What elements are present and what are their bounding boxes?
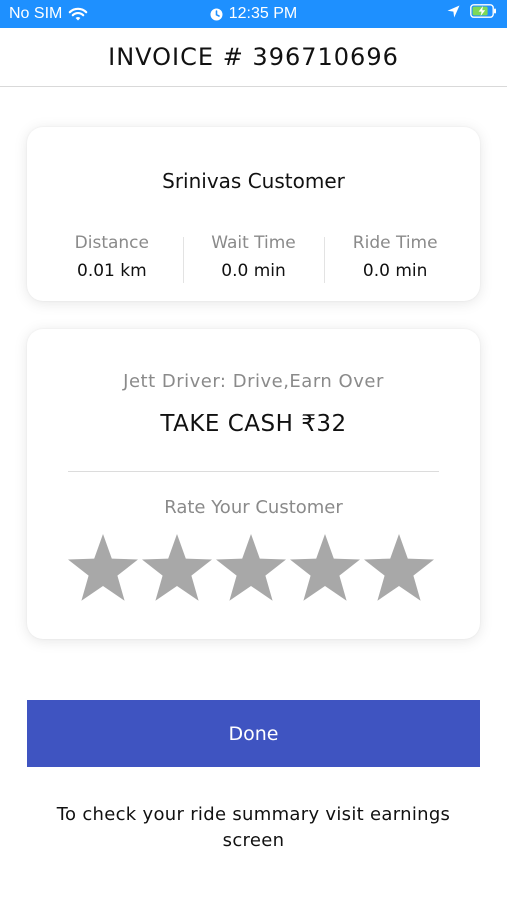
stat-label: Wait Time [211, 233, 296, 253]
stat-label: Distance [74, 233, 149, 253]
done-button[interactable]: Done [27, 700, 480, 767]
stat-value: 0.0 min [221, 261, 286, 281]
star-icon-2[interactable] [141, 532, 213, 602]
stat-label: Ride Time [352, 233, 438, 253]
stat-distance: Distance 0.01 km [41, 233, 183, 289]
page-title: INVOICE # 396710696 [108, 43, 399, 71]
star-rating [67, 532, 435, 602]
stat-ride-time: Ride Time 0.0 min [324, 233, 466, 289]
ride-summary-note: To check your ride summary visit earning… [56, 804, 451, 851]
rate-label: Rate Your Customer [164, 497, 343, 518]
star-icon-4[interactable] [289, 532, 361, 602]
customer-card: Srinivas Customer Distance 0.01 km Wait … [27, 127, 480, 301]
stat-value: 0.01 km [77, 261, 147, 281]
location-arrow-icon [447, 5, 460, 18]
cash-amount: TAKE CASH ₹32 [160, 411, 347, 437]
payment-card: Jett Driver: Drive,Earn Over TAKE CASH ₹… [27, 329, 480, 639]
ride-stats: Distance 0.01 km Wait Time 0.0 min Ride … [41, 233, 466, 289]
alarm-icon [210, 8, 223, 21]
battery-charging-icon [470, 4, 497, 18]
star-icon-3[interactable] [215, 532, 287, 602]
status-time: 12:35 PM [228, 5, 298, 22]
stat-wait-time: Wait Time 0.0 min [182, 233, 325, 289]
status-bar: No SIM 12:35 PM [0, 0, 507, 28]
company-name: Jett Driver: Drive,Earn Over [123, 371, 384, 392]
star-icon-1[interactable] [67, 532, 139, 602]
divider [68, 471, 439, 472]
stat-value: 0.0 min [362, 261, 428, 281]
star-icon-5[interactable] [363, 532, 435, 602]
customer-name: Srinivas Customer [162, 169, 345, 193]
invoice-header: INVOICE # 396710696 [0, 28, 507, 87]
